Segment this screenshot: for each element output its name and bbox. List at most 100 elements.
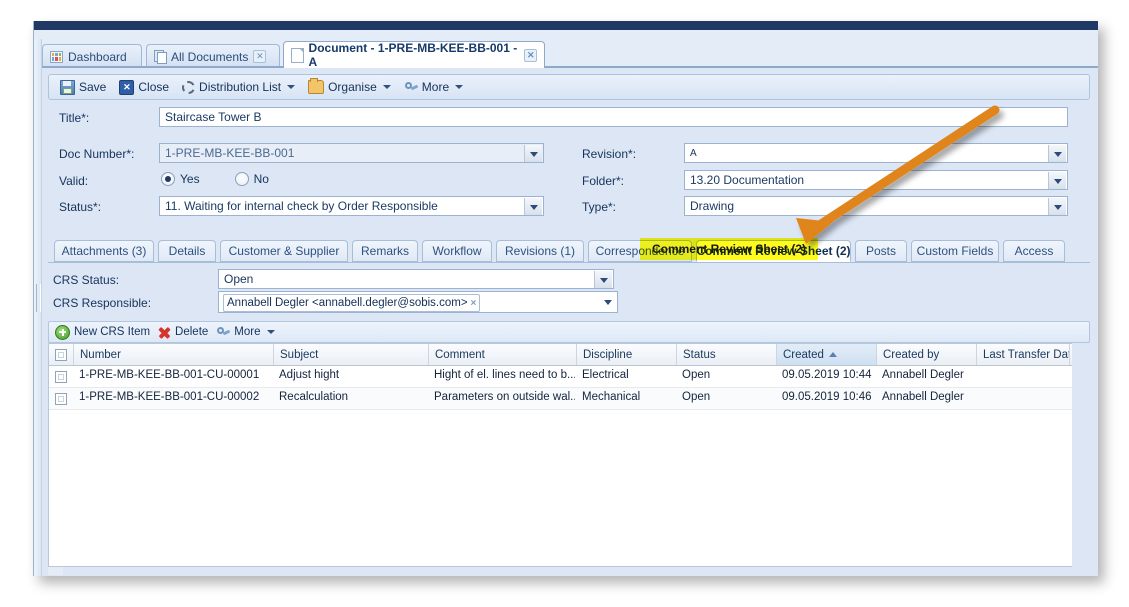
window-titlebar (34, 21, 1098, 30)
grid-more-label: More (234, 326, 260, 338)
title-label: Title*: (59, 111, 89, 125)
folder-label: Folder*: (582, 174, 624, 188)
column-header-status[interactable]: Status (677, 344, 777, 365)
tab-remarks[interactable]: Remarks (352, 240, 418, 262)
doc-tab-all-documents[interactable]: All Documents ✕ (146, 44, 280, 68)
table-row[interactable]: 1-PRE-MB-KEE-BB-001-CU-00001 Adjust high… (49, 366, 1073, 388)
close-icon[interactable]: ✕ (524, 49, 537, 62)
close-icon: ✕ (119, 80, 134, 95)
valid-radio-group: Yes No (161, 172, 269, 186)
cell-subject: Adjust hight (273, 366, 428, 387)
chevron-down-icon[interactable] (1048, 198, 1066, 216)
row-checkbox[interactable] (55, 393, 67, 405)
document-toolbar: Save ✕ Close Distribution List Organise (48, 74, 1090, 100)
delete-button[interactable]: Delete (158, 326, 208, 339)
more-button[interactable]: More (399, 78, 468, 96)
crs-status-select[interactable]: Open (218, 269, 614, 289)
tab-access[interactable]: Access (1003, 240, 1065, 262)
type-value: Drawing (690, 199, 734, 213)
crs-responsible-select[interactable]: Annabell Degler <annabell.degler@sobis.c… (218, 291, 618, 313)
chevron-down-icon[interactable] (383, 85, 391, 89)
grid-header-row: Number Subject Comment Discipline Status… (49, 344, 1073, 366)
tab-customer-supplier[interactable]: Customer & Supplier (220, 240, 348, 262)
section-tab-strip: Attachments (3) Details Customer & Suppl… (48, 240, 1090, 264)
row-checkbox[interactable] (55, 371, 67, 383)
chevron-down-icon[interactable] (1048, 145, 1066, 163)
chevron-down-icon[interactable] (287, 85, 295, 89)
doc-number-label: Doc Number*: (59, 147, 134, 161)
highlighted-tab-label[interactable]: Comment Review Sheet (2) (644, 241, 814, 257)
delete-label: Delete (175, 326, 208, 338)
cell-number: 1-PRE-MB-KEE-BB-001-CU-00001 (73, 366, 273, 387)
column-header-created-by[interactable]: Created by (877, 344, 977, 365)
row-select-cell[interactable] (49, 388, 73, 409)
folder-select[interactable]: 13.20 Documentation (684, 170, 1068, 190)
revision-value: A (690, 148, 697, 159)
revision-label: Revision*: (582, 147, 636, 161)
tab-custom-fields[interactable]: Custom Fields (911, 240, 999, 262)
doc-tab-document-active[interactable]: Document - 1-PRE-MB-KEE-BB-001 - A ✕ (283, 41, 545, 68)
close-icon[interactable]: × (471, 296, 477, 311)
doc-tab-dashboard[interactable]: Dashboard (42, 44, 142, 68)
close-button[interactable]: ✕ Close (114, 78, 174, 97)
tab-attachments[interactable]: Attachments (3) (54, 240, 154, 262)
doc-number-value: 1-PRE-MB-KEE-BB-001 (165, 146, 294, 160)
column-header-comment[interactable]: Comment (429, 344, 577, 365)
column-header-subject[interactable]: Subject (274, 344, 429, 365)
doc-number-select[interactable]: 1-PRE-MB-KEE-BB-001 (159, 143, 544, 163)
revision-select[interactable]: A (684, 143, 1068, 163)
cell-created-by: Annabell Degler (876, 388, 976, 409)
organise-button[interactable]: Organise (303, 78, 396, 96)
type-select[interactable]: Drawing (684, 196, 1068, 216)
column-header-discipline[interactable]: Discipline (577, 344, 677, 365)
chevron-down-icon[interactable] (455, 85, 463, 89)
column-header-last-transfer-date[interactable]: Last Transfer Date (977, 344, 1070, 365)
distribution-list-button[interactable]: Distribution List (177, 78, 300, 96)
tab-posts[interactable]: Posts (855, 240, 907, 262)
chevron-down-icon[interactable] (524, 145, 542, 163)
table-row[interactable]: 1-PRE-MB-KEE-BB-001-CU-00002 Recalculati… (49, 388, 1073, 410)
grid-right-gutter (1072, 343, 1098, 567)
red-x-icon (158, 326, 171, 339)
tab-revisions[interactable]: Revisions (1) (496, 240, 584, 262)
page-icon (291, 48, 304, 63)
document-content-panel: Save ✕ Close Distribution List Organise (42, 68, 1098, 576)
tab-workflow[interactable]: Workflow (422, 240, 492, 262)
cell-created-by: Annabell Degler (876, 366, 976, 387)
cell-subject: Recalculation (273, 388, 428, 409)
window-body: Dashboard All Documents ✕ Document - 1-P… (34, 30, 1098, 576)
close-icon[interactable]: ✕ (253, 50, 266, 63)
crs-status-value: Open (224, 272, 253, 286)
new-crs-item-button[interactable]: New CRS Item (55, 325, 150, 340)
title-input[interactable]: Staircase Tower B (159, 107, 1068, 127)
status-select[interactable]: 11. Waiting for internal check by Order … (159, 196, 544, 216)
folder-icon (308, 80, 324, 94)
chevron-down-icon[interactable] (1048, 172, 1066, 190)
wrench-icon (404, 81, 418, 93)
chevron-down-icon[interactable] (599, 293, 616, 311)
sort-ascending-icon (829, 352, 837, 357)
crs-responsible-label: CRS Responsible: (53, 296, 151, 310)
chevron-down-icon[interactable] (524, 198, 542, 216)
distribution-list-label: Distribution List (199, 80, 281, 94)
left-splitter[interactable] (34, 39, 42, 576)
select-all-checkbox[interactable] (55, 349, 67, 361)
column-header-created[interactable]: Created (777, 344, 877, 365)
crs-items-grid: Number Subject Comment Discipline Status… (48, 343, 1074, 567)
status-value: 11. Waiting for internal check by Order … (165, 199, 438, 213)
row-select-cell[interactable] (49, 366, 73, 387)
radio-selected-icon (161, 172, 175, 186)
splitter-grip[interactable] (36, 284, 41, 312)
save-label: Save (79, 80, 106, 94)
radio-empty-icon (235, 172, 249, 186)
column-header-number[interactable]: Number (74, 344, 274, 365)
chevron-down-icon[interactable] (267, 330, 275, 334)
valid-radio-no[interactable]: No (235, 172, 269, 186)
chevron-down-icon[interactable] (594, 271, 612, 289)
select-all-cell[interactable] (49, 344, 74, 365)
valid-radio-yes[interactable]: Yes (161, 172, 200, 186)
save-button[interactable]: Save (55, 78, 111, 97)
tab-details[interactable]: Details (158, 240, 216, 262)
crs-responsible-chip[interactable]: Annabell Degler <annabell.degler@sobis.c… (223, 294, 480, 312)
grid-more-button[interactable]: More (216, 326, 274, 338)
